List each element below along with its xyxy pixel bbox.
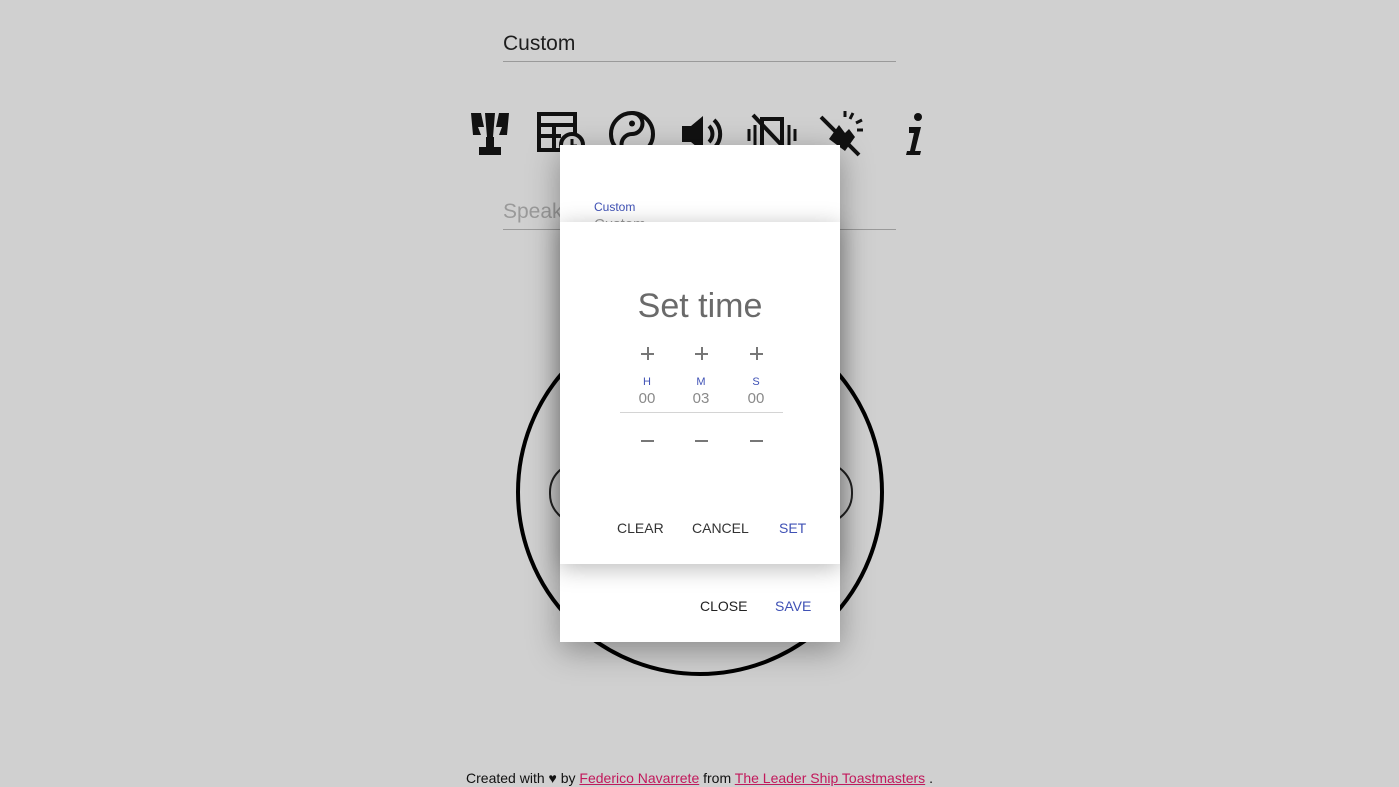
minutes-increment-button[interactable] bbox=[681, 342, 721, 366]
cancel-button[interactable]: CANCEL bbox=[692, 520, 749, 536]
trophy-icon[interactable] bbox=[464, 108, 516, 160]
footer-prefix: Created with ♥ by bbox=[466, 770, 576, 786]
seconds-decrement-button[interactable] bbox=[736, 429, 776, 453]
hours-label: H bbox=[643, 376, 651, 388]
picker-title: Set time bbox=[637, 287, 763, 325]
club-link[interactable]: The Leader Ship Toastmasters bbox=[735, 770, 925, 786]
custom-field-label: Custom bbox=[594, 200, 636, 214]
info-icon[interactable] bbox=[888, 108, 940, 160]
seconds-label: S bbox=[752, 376, 760, 388]
minutes-column: M 03 bbox=[681, 342, 721, 453]
hours-value[interactable]: 00 bbox=[627, 390, 667, 407]
footer: Created with ♥ by Federico Navarrete fro… bbox=[0, 770, 1399, 786]
close-button[interactable]: CLOSE bbox=[700, 598, 747, 614]
seconds-column: S 00 bbox=[736, 342, 776, 453]
save-button[interactable]: SAVE bbox=[775, 598, 811, 614]
time-picker: Set time H 00 M 03 S 00 CLEAR CANCEL SET bbox=[560, 222, 840, 564]
footer-suffix: . bbox=[929, 770, 933, 786]
author-link[interactable]: Federico Navarrete bbox=[579, 770, 699, 786]
hours-increment-button[interactable] bbox=[627, 342, 667, 366]
minutes-value[interactable]: 03 bbox=[681, 390, 721, 407]
set-button[interactable]: SET bbox=[779, 520, 806, 536]
hours-column: H 00 bbox=[627, 342, 667, 453]
seconds-increment-button[interactable] bbox=[736, 342, 776, 366]
session-title-field[interactable]: Custom bbox=[503, 28, 896, 62]
minutes-decrement-button[interactable] bbox=[681, 429, 721, 453]
picker-divider bbox=[620, 412, 783, 413]
footer-middle: from bbox=[703, 770, 732, 786]
session-title-value: Custom bbox=[503, 32, 576, 55]
minutes-label: M bbox=[696, 376, 706, 388]
seconds-value[interactable]: 00 bbox=[736, 390, 776, 407]
clear-button[interactable]: CLEAR bbox=[617, 520, 664, 536]
hours-decrement-button[interactable] bbox=[627, 429, 667, 453]
